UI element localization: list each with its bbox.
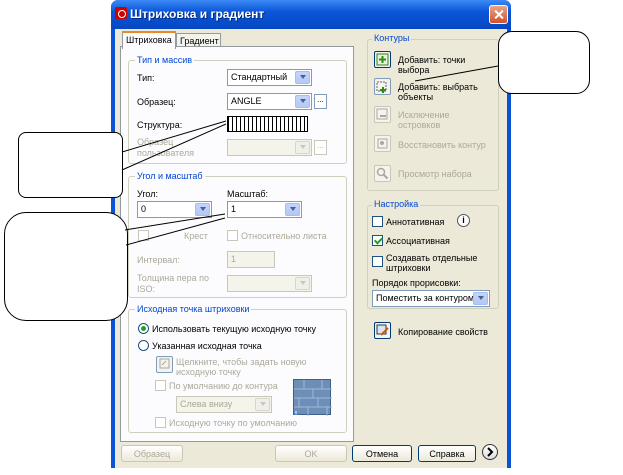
draw-order-label: Порядок прорисовки: [372, 278, 461, 288]
chevron-down-icon [195, 203, 210, 216]
origin-position-select[interactable]: Слева внизу [176, 396, 272, 413]
store-default-label: Исходную точку по умолчанию [169, 418, 297, 428]
scale-select-value: 1 [231, 204, 237, 214]
remove-islands-button[interactable] [374, 106, 391, 123]
pick-point-icon [159, 358, 170, 369]
chevron-down-icon [295, 95, 310, 108]
iso-pen-select[interactable] [227, 275, 312, 292]
iso-pen-label: Толщина пера по ISO: [137, 273, 210, 294]
scale-label: Масштаб: [227, 189, 269, 199]
origin-position-value: Слева внизу [180, 399, 233, 409]
angle-select[interactable]: 0 [137, 201, 212, 218]
specified-origin-radio[interactable] [138, 340, 149, 351]
annotative-label: Аннотативная [386, 217, 445, 227]
use-current-origin-radio[interactable] [138, 323, 149, 334]
add-select-objects-label: Добавить: выбрать объекты [398, 82, 478, 102]
plus-icon [376, 53, 389, 66]
separate-hatches-checkbox[interactable] [372, 256, 383, 267]
recreate-boundary-label: Восстановить контур [398, 140, 486, 150]
origin-group-label: Исходная точка штриховки [135, 304, 252, 314]
store-default-checkbox[interactable] [155, 417, 166, 428]
associative-checkbox[interactable] [372, 235, 383, 246]
recreate-boundary-icon [377, 138, 388, 149]
annotative-checkbox[interactable] [372, 216, 383, 227]
view-selections-button[interactable] [374, 165, 391, 182]
chevron-down-icon [255, 398, 270, 411]
structure-label: Структура: [137, 120, 183, 130]
brick-pattern-icon [294, 380, 332, 416]
magnifier-icon [376, 167, 389, 180]
type-select[interactable]: Стандартный [227, 69, 312, 86]
add-select-objects-button[interactable] [374, 78, 391, 95]
chevron-down-icon [295, 141, 310, 154]
default-to-bounds-checkbox[interactable] [155, 380, 166, 391]
more-options-button[interactable] [482, 444, 498, 460]
chevron-down-icon [473, 292, 488, 305]
help-button[interactable]: Справка [418, 445, 476, 462]
chevron-down-icon [295, 277, 310, 290]
app-icon [115, 7, 127, 19]
pattern-browse-button[interactable]: ... [314, 94, 327, 109]
spacing-label: Интервал: [137, 255, 180, 265]
custom-pattern-select[interactable] [227, 139, 312, 156]
inherit-properties-label: Копирование свойств [398, 327, 488, 337]
spacing-input[interactable]: 1 [227, 251, 275, 268]
separate-hatches-label: Создавать отдельные штриховки [386, 253, 478, 273]
view-selections-label: Просмотр набора [398, 169, 472, 179]
chevron-down-icon [295, 71, 310, 84]
pattern-select[interactable]: ANGLE [227, 93, 312, 110]
custom-browse-button[interactable]: ... [314, 140, 327, 155]
tab-hatch[interactable]: Штриховка [122, 31, 176, 49]
chevron-right-icon [487, 447, 494, 457]
click-set-origin-label: Щелкните, чтобы задать новую исходную то… [176, 357, 307, 377]
custom-pattern-label: Образец пользователя [137, 137, 194, 158]
type-label: Тип: [137, 73, 155, 83]
angle-select-value: 0 [141, 204, 147, 214]
window-title: Штриховка и градиент [130, 7, 265, 21]
cancel-button[interactable]: Отмена [352, 445, 412, 462]
relative-paper-checkbox[interactable] [227, 230, 238, 241]
callout-box-left-bottom [4, 212, 128, 321]
boundaries-group-label: Контуры [372, 33, 412, 43]
paintbrush-icon [376, 324, 389, 336]
draw-order-value: Поместить за контуром [376, 293, 475, 303]
draw-order-select[interactable]: Поместить за контуром [372, 290, 490, 307]
close-button[interactable] [489, 5, 508, 24]
add-pick-points-label: Добавить: точки выбора [398, 55, 466, 75]
options-group-label: Настройка [372, 199, 421, 209]
relative-paper-label: Относительно листа [241, 231, 327, 241]
click-set-origin-button[interactable] [156, 356, 173, 373]
inherit-properties-button[interactable] [374, 322, 391, 339]
callout-box-right [498, 31, 590, 94]
double-checkbox[interactable] [138, 230, 149, 241]
recreate-boundary-button[interactable] [374, 135, 391, 152]
preview-button[interactable]: Образец [121, 445, 183, 462]
ok-button[interactable]: OK [275, 445, 347, 462]
type-pattern-group-label: Тип и массив [135, 55, 195, 65]
remove-islands-icon [376, 108, 388, 120]
origin-preview-image [293, 379, 332, 416]
angle-scale-group-label: Угол и масштаб [135, 171, 205, 181]
pattern-swatch[interactable] [227, 116, 308, 132]
type-select-value: Стандартный [231, 72, 288, 82]
remove-islands-label: Исключение островков [398, 110, 450, 130]
select-objects-icon [376, 81, 387, 93]
callout-box-left-top [18, 132, 123, 198]
pattern-label: Образец: [137, 97, 176, 107]
angle-label: Угол: [137, 189, 158, 199]
use-current-origin-label: Использовать текущую исходную точку [152, 324, 317, 334]
double-label: Крест [184, 231, 208, 241]
specified-origin-label: Указанная исходная точка [152, 341, 262, 351]
pattern-select-value: ANGLE [231, 96, 262, 106]
associative-label: Ассоциативная [386, 236, 450, 246]
info-icon[interactable]: i [457, 214, 470, 227]
chevron-down-icon [285, 203, 300, 216]
add-pick-points-button[interactable] [374, 51, 391, 68]
scale-select[interactable]: 1 [227, 201, 302, 218]
default-to-bounds-label: По умолчанию до контура [169, 381, 278, 391]
